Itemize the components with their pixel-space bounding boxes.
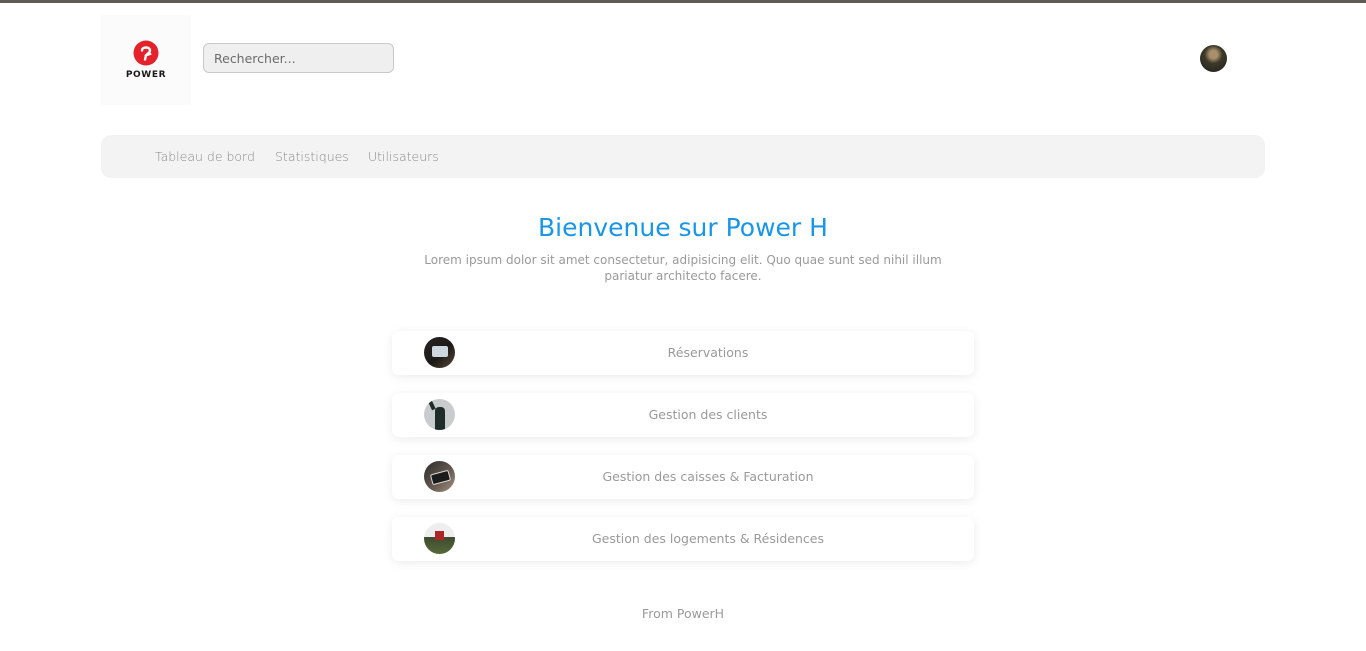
nav-item-users[interactable]: Utilisateurs xyxy=(368,135,439,178)
module-label: Gestion des clients xyxy=(648,407,768,422)
header: POWER xyxy=(0,3,1366,113)
module-card-housing[interactable]: Gestion des logements & Résidences xyxy=(392,517,974,561)
nav-item-dashboard[interactable]: Tableau de bord xyxy=(155,135,255,178)
module-card-clients[interactable]: Gestion des clients xyxy=(392,393,974,437)
nav-item-statistics[interactable]: Statistiques xyxy=(275,135,349,178)
user-avatar[interactable] xyxy=(1200,45,1227,72)
housing-thumbnail xyxy=(424,523,455,554)
module-card-reservations[interactable]: Réservations xyxy=(392,331,974,375)
module-label: Réservations xyxy=(667,345,749,360)
search-input[interactable] xyxy=(203,43,394,73)
logo[interactable]: POWER xyxy=(101,15,191,105)
page-description: Lorem ipsum dolor sit amet consectetur, … xyxy=(424,253,942,283)
power-logo-icon xyxy=(133,40,159,66)
module-card-billing[interactable]: Gestion des caisses & Facturation xyxy=(392,455,974,499)
logo-text: POWER xyxy=(125,70,167,80)
reservations-thumbnail xyxy=(424,337,455,368)
clients-thumbnail xyxy=(424,399,455,430)
module-label: Gestion des logements & Résidences xyxy=(592,531,824,546)
module-list: Réservations Gestion des clients Gestion… xyxy=(392,331,974,579)
main-navbar: Tableau de bord Statistiques Utilisateur… xyxy=(101,135,1265,178)
footer-text: From PowerH xyxy=(641,606,725,621)
module-label: Gestion des caisses & Facturation xyxy=(602,469,814,484)
page-title: Bienvenue sur Power H xyxy=(538,213,828,242)
billing-thumbnail xyxy=(424,461,455,492)
